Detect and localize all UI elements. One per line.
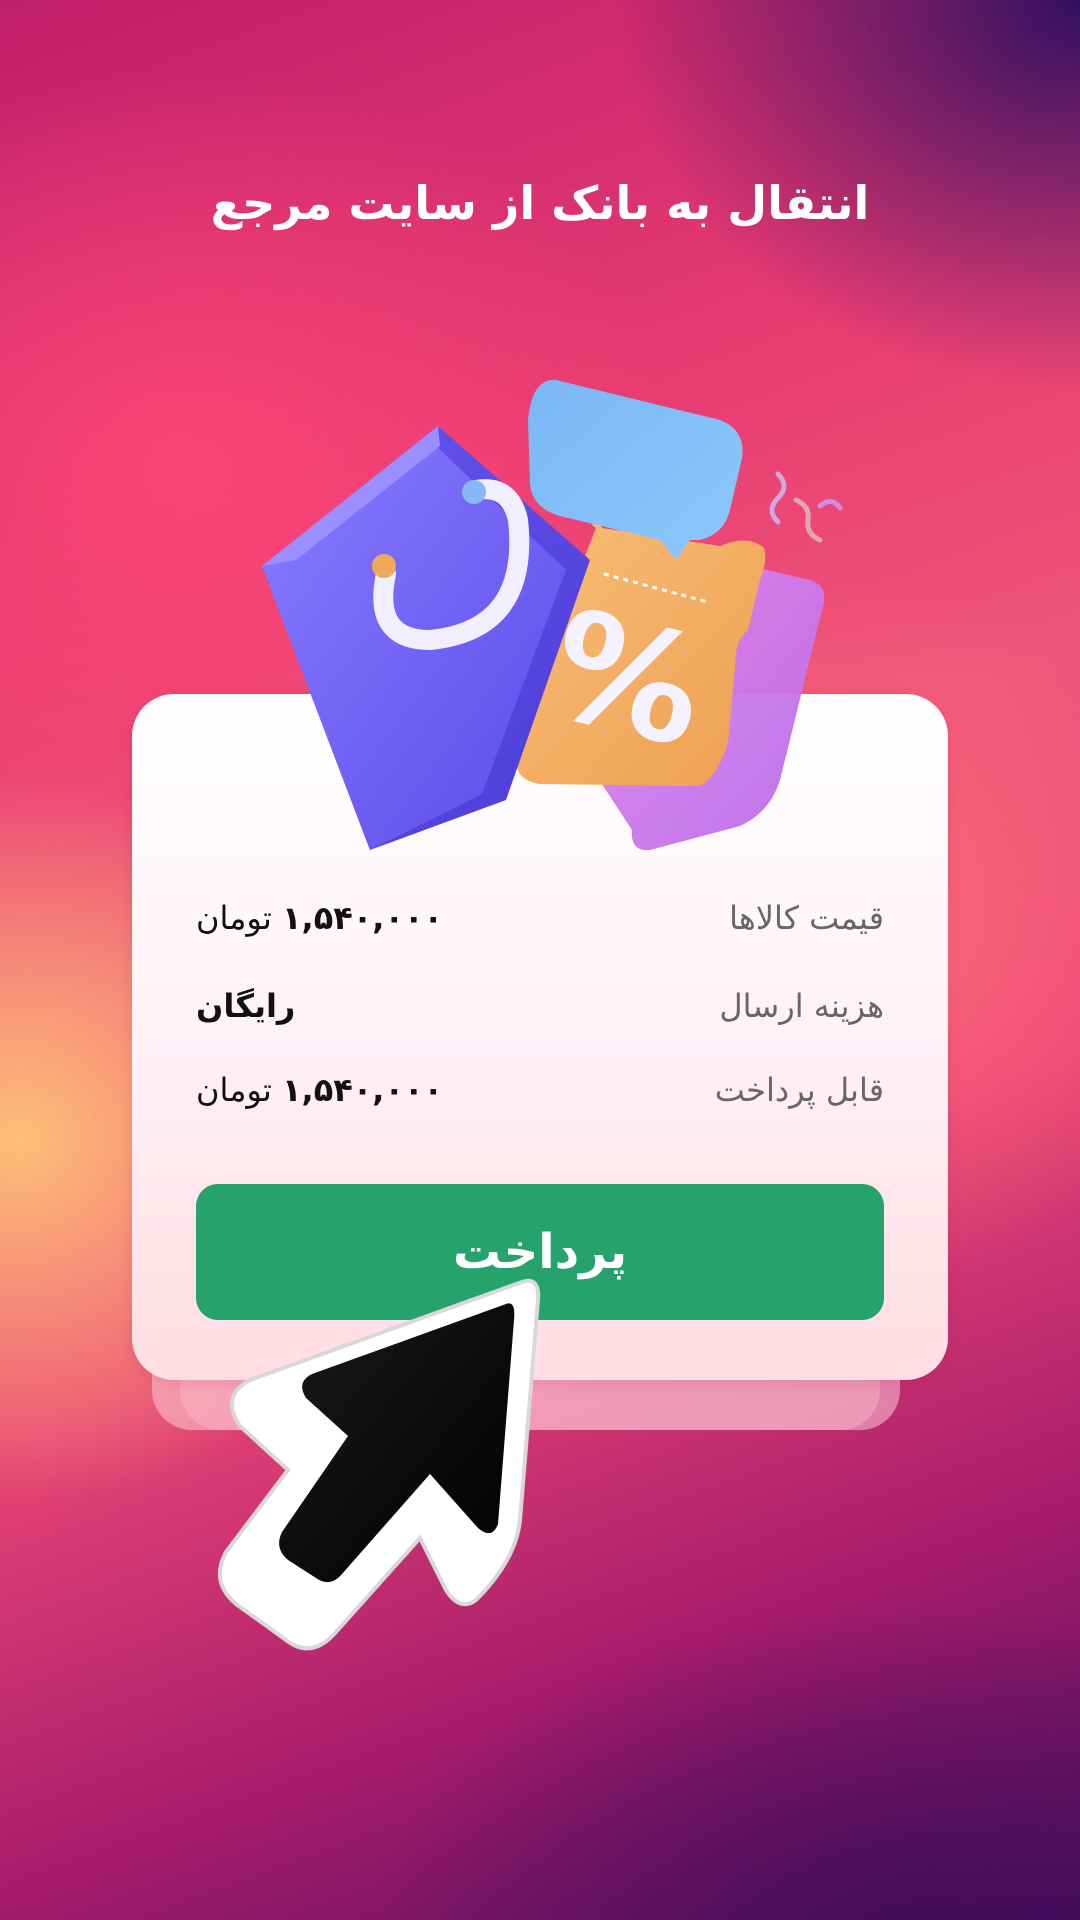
shipping-cost-value: رایگان bbox=[196, 987, 296, 1025]
summary-row-items-price: ۱,۵۴۰,۰۰۰ تومان قیمت کالاها bbox=[196, 888, 884, 948]
items-price-label: قیمت کالاها bbox=[729, 899, 884, 937]
shipping-cost-label: هزینه ارسال bbox=[719, 987, 884, 1025]
items-price-value: ۱,۵۴۰,۰۰۰ تومان bbox=[196, 899, 444, 937]
pay-button[interactable]: پرداخت bbox=[196, 1184, 884, 1320]
payable-amount-value: ۱,۵۴۰,۰۰۰ تومان bbox=[196, 1071, 444, 1109]
summary-row-shipping: رایگان هزینه ارسال bbox=[196, 976, 884, 1036]
page-title: انتقال به بانک از سایت مرجع bbox=[210, 176, 870, 230]
confetti-icon bbox=[769, 471, 843, 543]
chat-bubble-icon bbox=[528, 379, 743, 560]
summary-row-payable: ۱,۵۴۰,۰۰۰ تومان قابل پرداخت bbox=[196, 1060, 884, 1120]
payment-summary-card: ۱,۵۴۰,۰۰۰ تومان قیمت کالاها رایگان هزینه… bbox=[132, 694, 948, 1380]
payable-amount-label: قابل پرداخت bbox=[714, 1071, 884, 1109]
